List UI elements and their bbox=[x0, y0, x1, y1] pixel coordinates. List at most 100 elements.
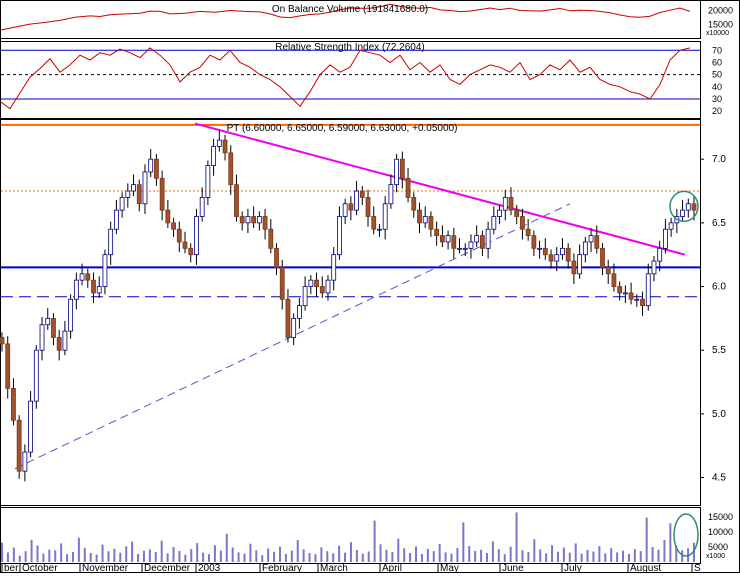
candle-body bbox=[62, 330, 68, 351]
candle-body bbox=[68, 298, 74, 332]
candle-body bbox=[371, 216, 377, 230]
candle-body bbox=[211, 146, 217, 166]
price-frame bbox=[0, 119, 701, 506]
candle-body bbox=[582, 241, 588, 256]
candle-body bbox=[85, 273, 91, 281]
candle-body bbox=[171, 222, 176, 230]
candle-body bbox=[377, 228, 382, 231]
price-tick-label: 7.0 bbox=[712, 154, 726, 165]
candle-body bbox=[560, 247, 565, 256]
candle-body bbox=[256, 216, 262, 224]
candle-body bbox=[325, 279, 331, 294]
candle-body bbox=[497, 209, 502, 217]
candle-body bbox=[91, 279, 96, 294]
candle-body bbox=[148, 158, 154, 173]
stock-chart-stage: 20000 15000 x10000 70 60 50 40 30 20 7.0 6.5 6.0 5.5… bbox=[0, 0, 740, 574]
candle-body bbox=[354, 190, 359, 211]
candle-body bbox=[622, 292, 628, 295]
candle-body bbox=[382, 203, 388, 230]
candle-body bbox=[668, 222, 674, 230]
rsi-tick-label: 50 bbox=[712, 70, 722, 80]
candle-body bbox=[216, 139, 222, 147]
month-label: ber bbox=[4, 563, 19, 573]
candle-body bbox=[462, 247, 468, 250]
candle-body bbox=[302, 286, 308, 307]
volume-unit-label: x1000 bbox=[706, 553, 725, 560]
price-tick-label: 4.5 bbox=[712, 473, 726, 484]
candle-body bbox=[657, 247, 663, 262]
candle-body bbox=[199, 196, 205, 217]
candle-body bbox=[125, 190, 131, 198]
candle-body bbox=[468, 241, 474, 249]
rsi-panel bbox=[0, 47, 700, 110]
candle-body bbox=[663, 228, 668, 249]
candle-body bbox=[11, 387, 16, 421]
candle-body bbox=[388, 184, 394, 205]
price-tick-label: 5.0 bbox=[712, 409, 726, 420]
candle-body bbox=[194, 216, 199, 256]
candle-body bbox=[96, 286, 102, 294]
candle-body bbox=[594, 235, 600, 249]
candle-body bbox=[394, 158, 400, 186]
candle-body bbox=[119, 196, 125, 211]
rsi-frame bbox=[0, 41, 701, 119]
candle-body bbox=[491, 216, 497, 230]
candle-body bbox=[411, 196, 417, 211]
candle-body bbox=[234, 184, 239, 217]
price-tick-label: 6.0 bbox=[712, 282, 726, 293]
month-label: 2003 bbox=[198, 563, 221, 573]
candle-body bbox=[108, 228, 114, 256]
candle-body bbox=[348, 203, 354, 211]
month-label: November bbox=[82, 563, 129, 573]
candle-body bbox=[514, 209, 520, 217]
month-label: May bbox=[440, 563, 459, 573]
candle-body bbox=[640, 298, 645, 307]
price-panel bbox=[0, 122, 700, 482]
candle-body bbox=[131, 184, 136, 192]
candle-body bbox=[296, 305, 302, 319]
candle-body bbox=[359, 190, 365, 198]
candle-body bbox=[188, 247, 194, 256]
rsi-line bbox=[0, 47, 691, 110]
candle-body bbox=[239, 216, 245, 224]
candle-body bbox=[142, 171, 148, 205]
candle-body bbox=[537, 247, 542, 250]
candle-body bbox=[479, 235, 485, 249]
candle-body bbox=[680, 209, 685, 217]
candle-body bbox=[5, 343, 11, 389]
candle-body bbox=[79, 273, 85, 281]
obv-unit-label: x10000 bbox=[706, 30, 729, 37]
candle-body bbox=[405, 177, 411, 198]
candle-body bbox=[56, 337, 62, 351]
candle-body bbox=[508, 196, 514, 211]
candle-body bbox=[251, 216, 257, 224]
candle-body bbox=[28, 400, 33, 453]
volume-tick-label: 15000 bbox=[708, 512, 733, 522]
month-label: December bbox=[144, 563, 191, 573]
candle-body bbox=[422, 216, 428, 224]
rsi-tick-label: 60 bbox=[712, 57, 722, 67]
candle-body bbox=[342, 203, 348, 217]
candle-body bbox=[337, 216, 342, 256]
candle-body bbox=[548, 254, 554, 262]
candle-body bbox=[525, 228, 531, 237]
candle-body bbox=[319, 286, 325, 294]
volume-panel bbox=[1, 512, 699, 562]
candle-body bbox=[176, 228, 182, 243]
candle-body bbox=[451, 235, 457, 249]
candle-body bbox=[0, 337, 5, 345]
candle-body bbox=[33, 349, 39, 402]
candle-body bbox=[39, 324, 45, 351]
candle-body bbox=[439, 235, 445, 243]
candle-body bbox=[51, 317, 56, 338]
volume-tick-label: 10000 bbox=[708, 527, 733, 537]
candle-body bbox=[16, 419, 22, 472]
candle-body bbox=[399, 158, 405, 179]
stock-chart: 2000015000x100007060504030207.06.56.05.5… bbox=[0, 0, 740, 574]
month-label: February bbox=[262, 563, 302, 573]
candle-body bbox=[445, 235, 451, 243]
candle-body bbox=[565, 247, 571, 262]
candle-body bbox=[645, 273, 651, 307]
month-label: October bbox=[22, 563, 58, 573]
candle-body bbox=[22, 451, 28, 472]
